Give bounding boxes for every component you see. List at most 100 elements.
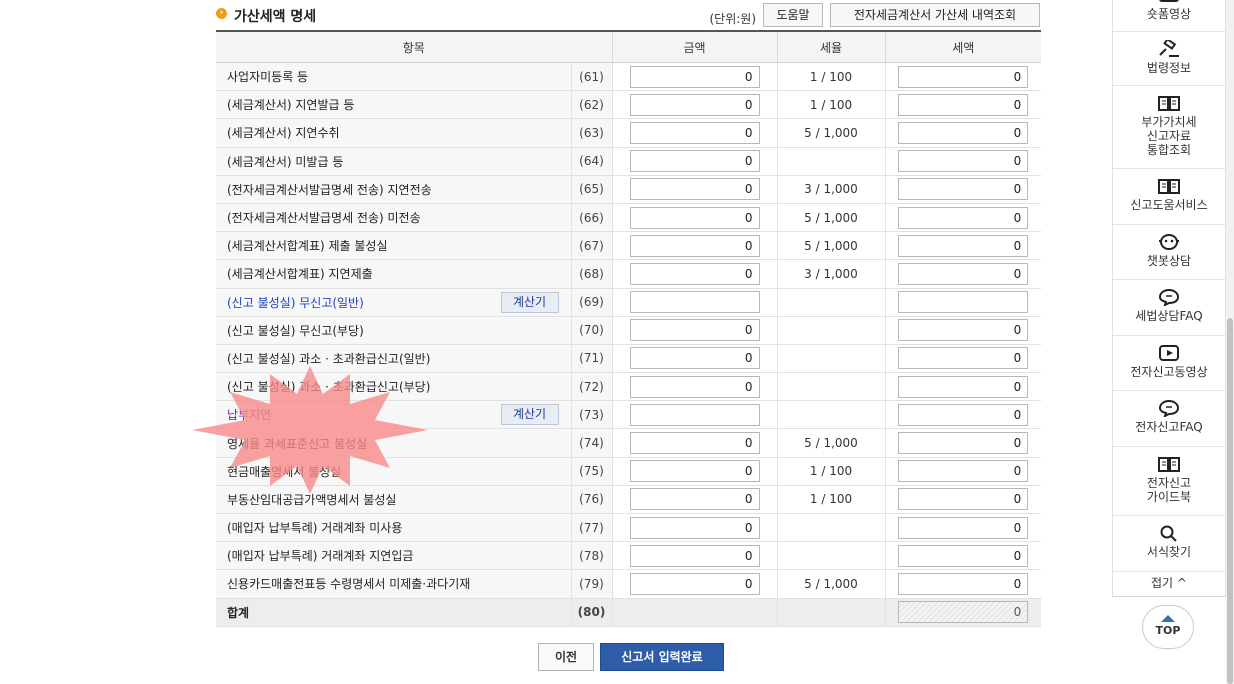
tax-cell [884,569,1041,599]
total-amount-cell [611,598,777,627]
row-label: (매입자 납부특례) 거래계좌 미사용 [227,521,403,536]
amount-input[interactable] [629,206,760,229]
amount-cell [611,400,777,430]
quick-menu-item[interactable]: 숏폼영상 [1113,0,1225,32]
help-button[interactable]: 도움말 [763,3,823,27]
amount-input[interactable] [629,347,760,370]
table-row: (세금계산서) 지연발급 등 (62) 1 / 100 [216,90,1041,120]
tax-input[interactable] [898,150,1029,173]
amount-input[interactable] [629,262,760,285]
calculator-button[interactable]: 계산기 [500,404,559,426]
row-label-cell: (신고 불성실) 과소 · 초과환급신고(부당) [216,372,571,402]
tax-cell [884,400,1041,430]
amount-input[interactable] [629,234,760,257]
penalty-tax-table: 항목 금액 세율 세액 사업자미등록 등(61)1 / 100(세금계산서) 지… [216,30,1041,627]
amount-input[interactable] [629,572,760,595]
tax-input[interactable] [898,460,1029,483]
table-row: (세금계산서) 미발급 등 (64) [216,147,1041,176]
row-code: (69) [570,288,612,317]
quick-menu-item[interactable]: 세법상담FAQ [1113,280,1225,336]
amount-cell [611,62,777,92]
amount-input[interactable] [629,544,760,567]
quick-menu-item[interactable]: 법령정보 [1113,32,1225,86]
tax-input[interactable] [898,121,1029,144]
rate-cell [776,316,885,345]
tax-input[interactable] [898,93,1029,116]
tax-input[interactable] [898,403,1029,426]
quick-menu-item[interactable]: 전자신고 가이드북 [1113,447,1225,516]
tax-cell [884,372,1041,402]
row-label: (전자세금계산서발급명세 전송) 미전송 [227,211,421,226]
amount-input[interactable] [629,150,760,173]
table-row: 부동산임대공급가액명세서 불성실 (76) 1 / 100 [216,485,1041,515]
amount-input[interactable] [629,403,760,426]
rate-cell: 5 / 1,000 [776,203,885,233]
tax-input[interactable] [898,572,1029,595]
tax-input[interactable] [898,375,1029,398]
row-label-cell: (전자세금계산서발급명세 전송) 미전송 [216,203,571,233]
table-row: (전자세금계산서발급명세 전송) 미전송 (66) 5 / 1,000 [216,203,1041,233]
scrollbar-thumb[interactable] [1227,318,1233,684]
tax-input[interactable] [898,544,1029,567]
amount-cell [611,485,777,515]
quick-menu-item[interactable]: 전자신고FAQ [1113,391,1225,447]
amount-input[interactable] [629,516,760,539]
tax-cell [884,485,1041,515]
quick-menu-item[interactable]: 신고도움서비스 [1113,169,1225,225]
tax-cell [884,203,1041,233]
tax-cell [884,288,1041,317]
tax-input[interactable] [898,65,1029,88]
amount-input[interactable] [629,488,760,511]
row-code: (66) [570,203,612,233]
row-code: (73) [570,400,612,430]
amount-input[interactable] [629,178,760,201]
tax-input[interactable] [898,432,1029,455]
quick-menu-item[interactable]: 서식찾기 [1113,516,1225,572]
tax-input[interactable] [898,516,1029,539]
col-amount: 금액 [611,30,777,63]
quick-menu-label: 법령정보 [1146,61,1192,75]
table-row: 영세율 과세표준신고 불성실 (74) 5 / 1,000 [216,428,1041,458]
amount-input[interactable] [629,121,760,144]
prev-button[interactable]: 이전 [538,643,594,671]
complete-input-button[interactable]: 신고서 입력완료 [600,643,724,671]
total-rate-cell [776,598,885,627]
tax-input[interactable] [898,178,1029,201]
amount-input[interactable] [629,432,760,455]
tax-input[interactable] [898,262,1029,285]
calculator-button[interactable]: 계산기 [500,291,559,313]
tax-input[interactable] [898,488,1029,511]
row-code: (63) [570,118,612,148]
row-label: 부동산임대공급가액명세서 불성실 [227,492,397,507]
amount-input[interactable] [629,65,760,88]
quick-menu-item[interactable]: 전자신고동영상 [1113,336,1225,391]
tax-cell [884,344,1041,374]
top-button[interactable]: TOP [1142,605,1194,649]
amount-input[interactable] [629,93,760,116]
tax-input[interactable] [898,319,1029,342]
quick-menu-item[interactable]: 부가가치세 신고자료 통합조회 [1113,86,1225,169]
amount-input[interactable] [629,460,760,483]
amount-input[interactable] [629,375,760,398]
einvoice-penalty-lookup-button[interactable]: 전자세금계산서 가산세 내역조회 [830,3,1040,27]
fold-button[interactable]: 접기 ^ [1113,572,1225,596]
tax-input[interactable] [898,291,1029,314]
gavel-icon [1113,40,1225,58]
row-label: 사업자미등록 등 [227,70,309,85]
tax-input[interactable] [898,206,1029,229]
quick-menu-item[interactable]: 챗봇상담 [1113,225,1225,280]
tax-input[interactable] [898,347,1029,370]
row-label-cell[interactable]: 납부지연 계산기 [216,400,571,430]
row-label-cell: (매입자 납부특례) 거래계좌 지연입금 [216,541,571,571]
amount-input[interactable] [629,319,760,342]
amount-input[interactable] [629,291,760,314]
row-code: (67) [570,231,612,261]
amount-cell [611,175,777,204]
row-label: 납부지연 [227,408,272,423]
row-label-cell[interactable]: (신고 불성실) 무신고(일반) 계산기 [216,288,571,317]
quick-menu: 접기 ^ 숏폼영상법령정보부가가치세 신고자료 통합조회 신고도움서비스 챗봇상담세… [1112,0,1226,597]
table-row: 납부지연 계산기 (73) [216,400,1041,430]
row-label-cell: (전자세금계산서발급명세 전송) 지연전송 [216,175,571,204]
tax-input[interactable] [898,234,1029,257]
quick-menu-label: 세법상담FAQ [1135,309,1203,323]
